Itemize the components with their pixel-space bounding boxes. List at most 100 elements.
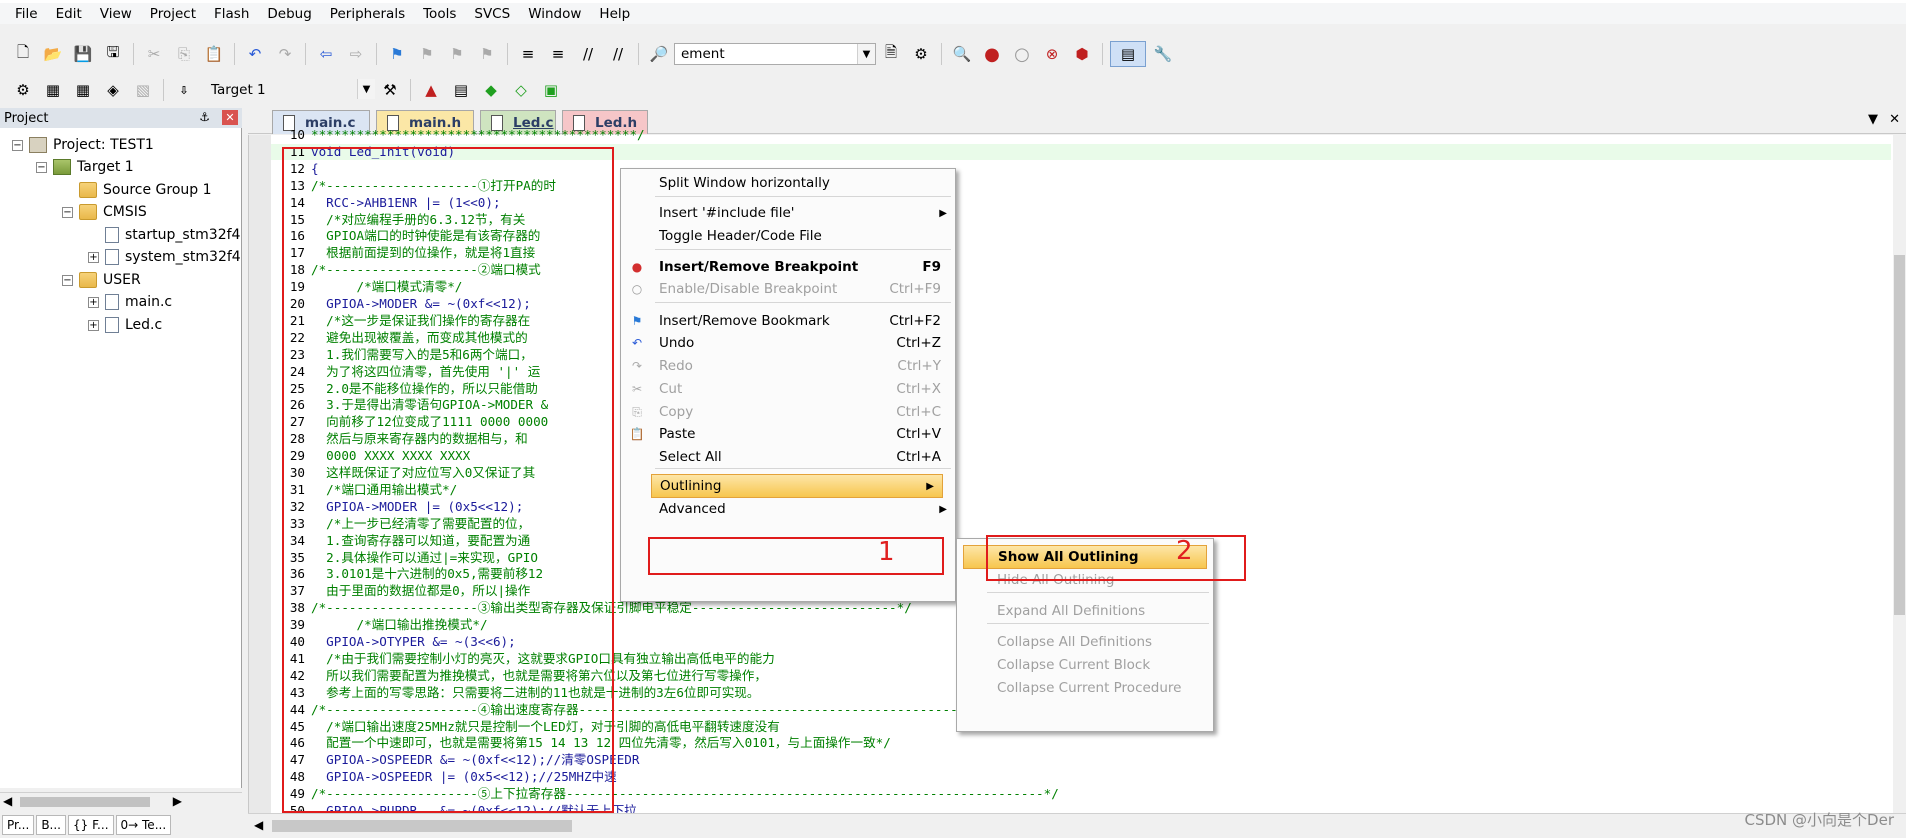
menu-file[interactable]: File <box>6 6 47 22</box>
paste-icon[interactable]: 📋 <box>201 41 227 67</box>
tab-project[interactable]: Pr... <box>2 815 35 835</box>
menu-tools[interactable]: Tools <box>414 6 465 22</box>
nav-back-icon[interactable]: ⇦ <box>313 41 339 67</box>
incremental-find-icon[interactable]: ⚙ <box>908 41 934 67</box>
tab-list-icon[interactable]: ▼ <box>1868 112 1878 127</box>
manage-project-icon[interactable]: ▲ <box>418 77 444 103</box>
translate-icon[interactable]: ⚙ <box>10 77 36 103</box>
menu-item-insert-remove-breakpoint[interactable]: ● Insert/Remove Breakpoint F9 <box>621 255 955 279</box>
breakpoint-gutter[interactable] <box>249 135 271 813</box>
code-line[interactable]: 46 配置一个中速即可，也就是需要将第15 14 13 12 四位先清零，然后写… <box>271 735 1891 751</box>
tree-node[interactable]: − USER <box>62 269 141 291</box>
code-line[interactable]: 49 /*--------------------⑤上下拉寄存器---------… <box>271 786 1891 802</box>
code-line[interactable]: 21 /*这一步是保证我们操作的寄存器在 <box>271 313 1891 329</box>
configure-icon[interactable]: 🔧 <box>1150 41 1176 67</box>
tab-books[interactable]: B... <box>36 815 66 835</box>
code-line[interactable]: 31 /*端口通用输出模式*/ <box>271 482 1891 498</box>
open-folder-icon[interactable]: 📂 <box>40 41 66 67</box>
expander-icon[interactable]: + <box>88 296 99 308</box>
tree-node[interactable]: − Project: TEST1 <box>12 134 154 156</box>
code-line[interactable]: 48 GPIOA->OSPEEDR |= (0x5<<12);//25MHZ中速 <box>271 769 1891 785</box>
file-extensions-icon[interactable]: ▤ <box>448 77 474 103</box>
expander-icon[interactable]: − <box>36 161 47 173</box>
code-line[interactable]: 29 0000 XXXX XXXX XXXX <box>271 448 1891 464</box>
tree-node[interactable]: + main.c <box>88 291 172 313</box>
menu-edit[interactable]: Edit <box>47 6 91 22</box>
find-icon[interactable]: 🗎 <box>878 41 904 67</box>
menu-peripherals[interactable]: Peripherals <box>321 6 414 22</box>
code-line[interactable]: 19 /*端口模式清零*/ <box>271 279 1891 295</box>
scroll-thumb[interactable] <box>20 797 150 807</box>
code-line[interactable]: 23 1.我们需要写入的是5和6两个端口， <box>271 347 1891 363</box>
code-line[interactable]: 33 /*上一步已经清零了需要配置的位， <box>271 516 1891 532</box>
comment-icon[interactable]: // <box>575 41 601 67</box>
expander-icon[interactable]: − <box>62 274 73 286</box>
copy-icon[interactable]: ⎘ <box>171 41 197 67</box>
pin-icon[interactable]: ⚓ <box>199 110 210 124</box>
menu-item-enable-disable-breakpoint[interactable]: ○ Enable/Disable Breakpoint Ctrl+F9 <box>621 277 955 301</box>
menu-item-insert-include-file[interactable]: Insert '#include file' ▶ <box>621 201 955 225</box>
scroll-right-icon[interactable]: ▶ <box>173 794 182 808</box>
rebuild-icon[interactable]: ▦ <box>70 77 96 103</box>
expander-icon[interactable]: − <box>62 206 73 218</box>
editor-hscrollbar[interactable]: ◀ <box>248 813 1906 838</box>
close-icon[interactable]: ✕ <box>222 110 238 125</box>
select-packs-icon[interactable]: ▣ <box>538 77 564 103</box>
project-hscrollbar[interactable]: ◀ ▶ <box>0 792 242 810</box>
tree-node[interactable]: − Target 1 <box>36 156 134 178</box>
tab-templates[interactable]: 0→ Te... <box>115 815 172 835</box>
chevron-down-icon[interactable]: ▼ <box>857 44 875 64</box>
scroll-left-icon[interactable]: ◀ <box>254 818 263 832</box>
code-line[interactable]: 14 RCC->AHB1ENR |= (1<<0); <box>271 195 1891 211</box>
tree-node[interactable]: Source Group 1 <box>62 179 212 201</box>
code-line[interactable]: 32 GPIOA->MODER |= (0x5<<12); <box>271 499 1891 515</box>
uncomment-icon[interactable]: // <box>605 41 631 67</box>
menu-item-copy[interactable]: ⎘ Copy Ctrl+C <box>621 400 955 424</box>
unindent-icon[interactable]: ≡ <box>545 41 571 67</box>
code-line[interactable]: 18 /*--------------------②端口模式 <box>271 262 1891 278</box>
code-line[interactable]: 22 避免出现被覆盖，而变成其他模式的 <box>271 330 1891 346</box>
scroll-left-icon[interactable]: ◀ <box>3 794 12 808</box>
cut-icon[interactable]: ✂ <box>141 41 167 67</box>
menu-flash[interactable]: Flash <box>205 6 258 22</box>
menu-item-toggle-header-code-file[interactable]: Toggle Header/Code File <box>621 224 955 248</box>
menu-item-redo[interactable]: ↷ Redo Ctrl+Y <box>621 354 955 378</box>
tab-functions[interactable]: {} F... <box>68 815 114 835</box>
menu-view[interactable]: View <box>91 6 141 22</box>
save-all-icon[interactable]: 🖫 <box>100 41 126 67</box>
window-layout-icon[interactable]: ▤ <box>1110 41 1146 67</box>
code-line[interactable]: 12 { <box>271 161 1891 177</box>
nav-forward-icon[interactable]: ⇨ <box>343 41 369 67</box>
build-icon[interactable]: ▦ <box>40 77 66 103</box>
code-line[interactable]: 28 然后与原来寄存器内的数据相与，和 <box>271 431 1891 447</box>
tree-node[interactable]: + system_stm32f4 <box>88 246 241 268</box>
find-in-files-icon[interactable]: 🔎 <box>646 41 672 67</box>
menu-svcs[interactable]: SVCS <box>465 6 519 22</box>
expander-icon[interactable]: + <box>88 319 99 331</box>
code-line[interactable]: 26 3.于是得出清零语句GPIOA->MODER & <box>271 397 1891 413</box>
code-line[interactable]: 20 GPIOA->MODER &= ~(0xf<<12); <box>271 296 1891 312</box>
target-options-icon[interactable]: ⚒ <box>377 77 403 103</box>
code-line[interactable]: 15 /*对应编程手册的6.3.12节，有关 <box>271 212 1891 228</box>
target-combo[interactable]: Target 1 ▼ <box>205 79 375 101</box>
code-line[interactable]: 25 2.0是不能移位操作的，所以只能借助 <box>271 381 1891 397</box>
breakpoint-icon[interactable]: ● <box>979 41 1005 67</box>
tree-node[interactable]: − CMSIS <box>62 201 147 223</box>
kill-breakpoints-icon[interactable]: ⬢ <box>1069 41 1095 67</box>
bookmark-icon[interactable]: ⚑ <box>384 41 410 67</box>
disable-breakpoint-icon[interactable]: ○ <box>1009 41 1035 67</box>
debug-session-icon[interactable]: 🔍 <box>949 41 975 67</box>
run-time-env-icon[interactable]: ◆ <box>478 77 504 103</box>
new-file-icon[interactable]: 🗋 <box>10 41 36 67</box>
menu-item-insert-remove-bookmark[interactable]: ⚑ Insert/Remove Bookmark Ctrl+F2 <box>621 309 955 333</box>
menu-help[interactable]: Help <box>590 6 639 22</box>
undo-icon[interactable]: ↶ <box>242 41 268 67</box>
find-combo[interactable]: ement ▼ <box>674 43 876 65</box>
pack-installer-icon[interactable]: ◇ <box>508 77 534 103</box>
code-line[interactable]: 11 void Led_Init(void) <box>271 143 1891 160</box>
scroll-thumb[interactable] <box>1894 255 1905 615</box>
expander-icon[interactable]: − <box>12 139 23 151</box>
menu-item-undo[interactable]: ↶ Undo Ctrl+Z <box>621 331 955 355</box>
code-line[interactable]: 17 根据前面提到的位操作，就是将1直接 <box>271 245 1891 261</box>
menu-window[interactable]: Window <box>519 6 590 22</box>
